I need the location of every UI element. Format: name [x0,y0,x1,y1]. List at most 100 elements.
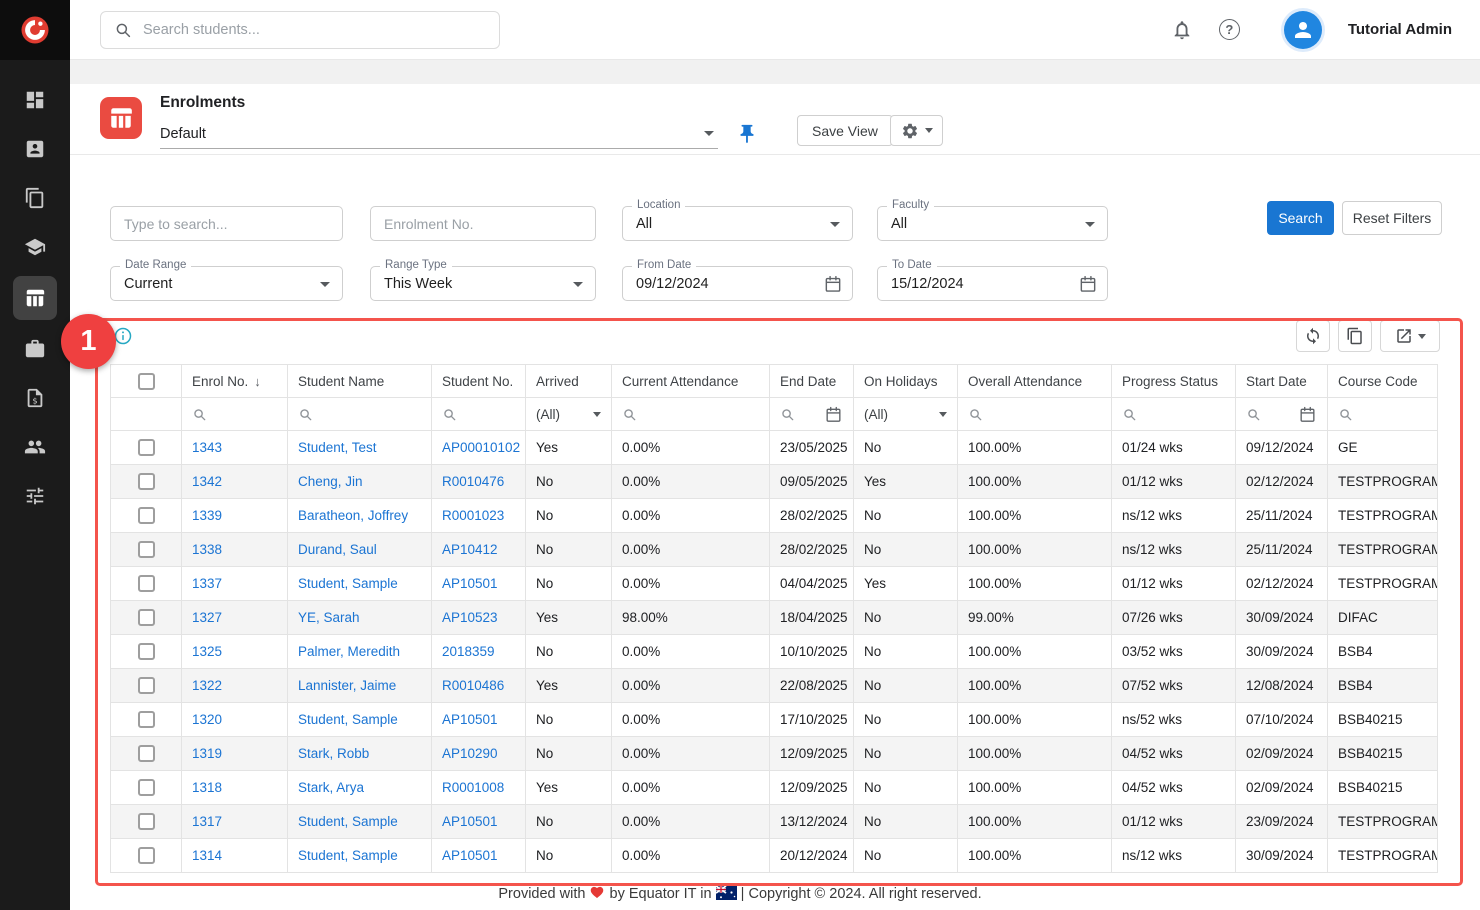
range-type-select[interactable]: Range Type This Week [370,266,596,301]
cell-enrol-no[interactable]: 1339 [182,499,288,533]
cell-enrol-no[interactable]: 1337 [182,567,288,601]
view-settings-button[interactable] [890,115,943,146]
view-select[interactable]: Default [160,119,718,149]
cell-student-name[interactable]: Durand, Saul [288,533,432,567]
reset-filters-button[interactable]: Reset Filters [1342,201,1442,235]
pin-button[interactable] [736,123,758,145]
global-search-input[interactable]: Search students... [100,11,500,49]
cell-enrol-no[interactable]: 1318 [182,771,288,805]
column-header-student-name[interactable]: Student Name [288,365,432,398]
cell-student-name[interactable]: YE, Sarah [288,601,432,635]
help-icon[interactable]: ? [1219,19,1240,40]
calendar-icon[interactable] [823,274,843,294]
cell-enrol-no[interactable]: 1325 [182,635,288,669]
row-checkbox[interactable] [138,473,155,490]
avatar[interactable] [1284,11,1322,49]
filter-course-code[interactable] [1328,398,1438,431]
user-name[interactable]: Tutorial Admin [1348,21,1452,38]
to-date-input[interactable]: To Date 15/12/2024 [877,266,1108,301]
row-checkbox[interactable] [138,745,155,762]
cell-student-name[interactable]: Student, Test [288,431,432,465]
search-button[interactable]: Search [1267,201,1334,235]
cell-enrol-no[interactable]: 1343 [182,431,288,465]
calendar-icon[interactable] [1078,274,1098,294]
sidebar-item-students[interactable] [13,129,57,169]
export-button[interactable] [1380,320,1440,352]
column-header-current-attendance[interactable]: Current Attendance [612,365,770,398]
save-view-button[interactable]: Save View [797,115,893,146]
cell-student-name[interactable]: Lannister, Jaime [288,669,432,703]
sidebar-item-settings[interactable] [13,476,57,516]
column-header-on-holidays[interactable]: On Holidays [854,365,958,398]
sidebar-item-dashboard[interactable] [13,80,57,120]
cell-student-name[interactable]: Baratheon, Joffrey [288,499,432,533]
copy-button[interactable] [1338,320,1372,352]
cell-student-no[interactable]: AP10501 [432,805,526,839]
faculty-select[interactable]: Faculty All [877,206,1108,241]
cell-student-no[interactable]: AP10523 [432,601,526,635]
location-select[interactable]: Location All [622,206,853,241]
cell-student-no[interactable]: AP00010102 [432,431,526,465]
cell-student-no[interactable]: AP10412 [432,533,526,567]
cell-enrol-no[interactable]: 1317 [182,805,288,839]
filter-progress-status[interactable] [1112,398,1236,431]
date-range-select[interactable]: Date Range Current [110,266,343,301]
cell-student-no[interactable]: AP10501 [432,703,526,737]
cell-student-no[interactable]: R0010486 [432,669,526,703]
row-checkbox[interactable] [138,439,155,456]
cell-student-name[interactable]: Student, Sample [288,805,432,839]
cell-enrol-no[interactable]: 1342 [182,465,288,499]
cell-student-name[interactable]: Stark, Arya [288,771,432,805]
row-checkbox[interactable] [138,813,155,830]
cell-enrol-no[interactable]: 1338 [182,533,288,567]
enrolment-no-input[interactable]: Enrolment No. [370,206,596,241]
column-header-course-code[interactable]: Course Code [1328,365,1438,398]
cell-student-no[interactable]: R0001023 [432,499,526,533]
row-checkbox[interactable] [138,575,155,592]
refresh-button[interactable] [1296,320,1330,352]
cell-enrol-no[interactable]: 1319 [182,737,288,771]
column-header-progress-status[interactable]: Progress Status [1112,365,1236,398]
sidebar-item-contacts[interactable] [13,427,57,467]
sidebar-item-documents[interactable] [13,178,57,218]
cell-enrol-no[interactable]: 1327 [182,601,288,635]
column-header-student-no[interactable]: Student No. [432,365,526,398]
cell-enrol-no[interactable]: 1314 [182,839,288,873]
column-header-start-date[interactable]: Start Date [1236,365,1328,398]
row-checkbox[interactable] [138,541,155,558]
column-header-overall-attendance[interactable]: Overall Attendance [958,365,1112,398]
sidebar-item-employers[interactable] [13,329,57,369]
cell-student-no[interactable]: R0001008 [432,771,526,805]
row-checkbox[interactable] [138,711,155,728]
row-checkbox[interactable] [138,677,155,694]
cell-enrol-no[interactable]: 1320 [182,703,288,737]
table-search-input[interactable]: Type to search... [110,206,343,241]
column-header-end-date[interactable]: End Date [770,365,854,398]
cell-student-no[interactable]: R0010476 [432,465,526,499]
notifications-button[interactable] [1171,19,1193,41]
row-checkbox[interactable] [138,643,155,660]
filter-student-no[interactable] [432,398,526,431]
cell-student-no[interactable]: AP10290 [432,737,526,771]
row-checkbox[interactable] [138,507,155,524]
column-header-enrol-no[interactable]: Enrol No.↓ [182,365,288,398]
filter-arrived[interactable]: (All) [526,398,612,431]
cell-student-name[interactable]: Palmer, Meredith [288,635,432,669]
filter-enrol-no[interactable] [182,398,288,431]
select-all-checkbox[interactable] [138,373,155,390]
row-checkbox[interactable] [138,609,155,626]
sidebar-item-finance[interactable]: $ [13,378,57,418]
row-checkbox[interactable] [138,847,155,864]
row-checkbox[interactable] [138,779,155,796]
info-icon[interactable] [114,327,132,345]
sidebar-item-enrolments[interactable] [13,276,57,320]
cell-student-no[interactable]: AP10501 [432,839,526,873]
column-header-arrived[interactable]: Arrived [526,365,612,398]
filter-start-date[interactable] [1236,398,1328,431]
filter-on-holidays[interactable]: (All) [854,398,958,431]
sidebar-item-courses[interactable] [13,227,57,267]
cell-student-no[interactable]: AP10501 [432,567,526,601]
cell-student-name[interactable]: Cheng, Jin [288,465,432,499]
cell-student-name[interactable]: Student, Sample [288,567,432,601]
filter-end-date[interactable] [770,398,854,431]
